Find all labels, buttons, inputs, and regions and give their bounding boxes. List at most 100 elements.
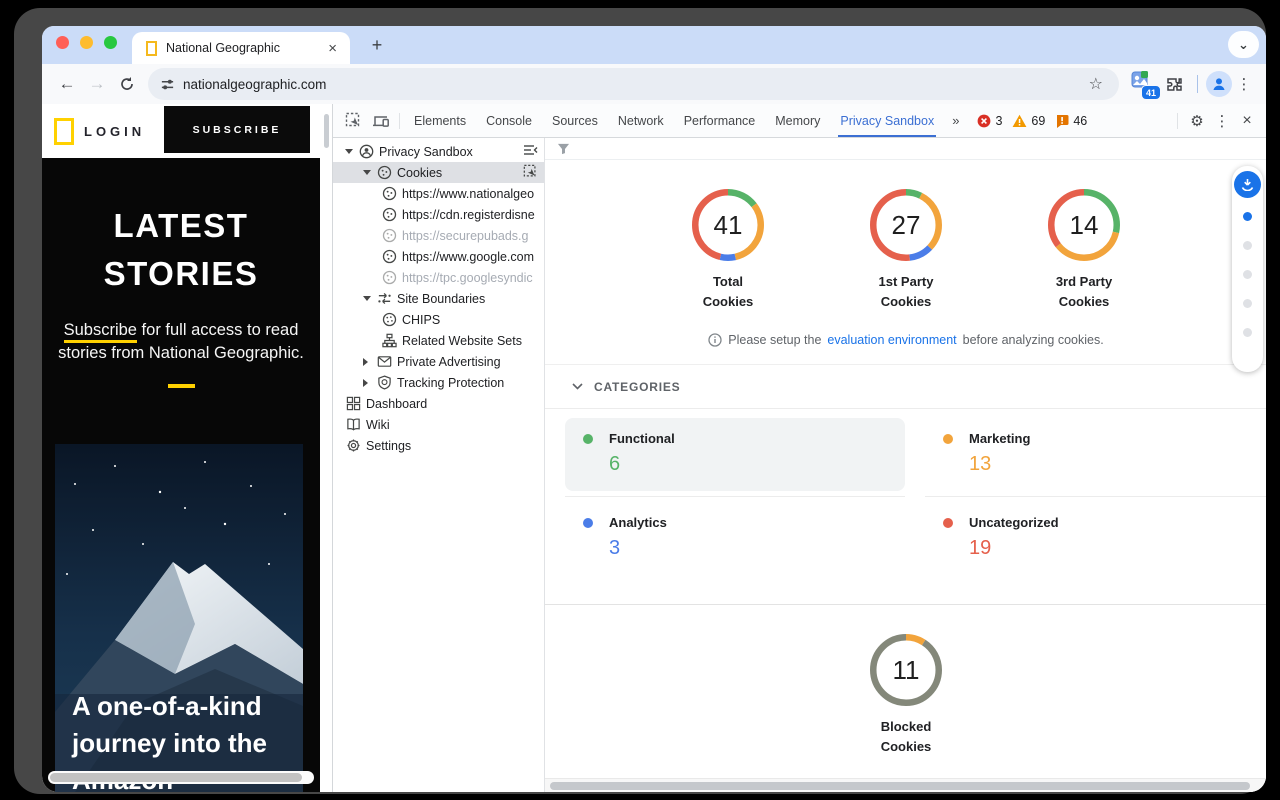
back-button[interactable]: ← [52, 69, 82, 99]
tree-item-cookie-origin[interactable]: https://cdn.registerdisne [333, 204, 544, 225]
login-link[interactable]: LOGIN [84, 124, 145, 139]
address-bar[interactable]: nationalgeographic.com ☆ [148, 68, 1119, 100]
tree-item-related-website-sets[interactable]: Related Website Sets [333, 330, 544, 351]
collapse-sidebar-icon[interactable] [522, 143, 538, 160]
tree-item-cookie-origin[interactable]: https://tpc.googlesyndic [333, 267, 544, 288]
subscribe-link[interactable]: Subscribe [64, 321, 137, 343]
tab-memory[interactable]: Memory [765, 104, 830, 137]
tree-item-settings[interactable]: Settings [333, 435, 544, 456]
tab-performance[interactable]: Performance [674, 104, 766, 137]
url-text[interactable]: nationalgeographic.com [183, 77, 1083, 92]
chevron-right-icon[interactable] [363, 358, 376, 366]
devtools-close-button[interactable]: × [1234, 112, 1260, 130]
tree-item-cookie-origin[interactable]: https://www.google.com [333, 246, 544, 267]
traffic-light-close[interactable] [56, 36, 69, 49]
scrollbar-thumb[interactable] [50, 773, 302, 782]
site-horizontal-scrollbar[interactable] [48, 771, 314, 784]
chevron-down-icon [572, 383, 583, 390]
chevron-down-icon[interactable] [363, 296, 376, 301]
subscribe-button[interactable]: SUBSCRIBE [164, 106, 310, 153]
traffic-light-maximize[interactable] [104, 36, 117, 49]
tree-item-cookies[interactable]: Cookies [333, 162, 544, 183]
tree-item-privacy-sandbox[interactable]: Privacy Sandbox [333, 141, 544, 162]
device-toolbar-button[interactable] [367, 108, 395, 134]
tree-item-cookie-origin[interactable]: https://www.nationalgeo [333, 183, 544, 204]
extensions-menu-button[interactable] [1159, 69, 1189, 99]
tree-item-cookie-origin[interactable]: https://securepubads.g [333, 225, 544, 246]
scrollbar-thumb[interactable] [550, 782, 1250, 790]
categories-section-header[interactable]: CATEGORIES [545, 365, 1266, 408]
more-tabs-button[interactable]: » [944, 113, 967, 128]
panel-horizontal-scrollbar[interactable] [545, 778, 1266, 792]
category-cell[interactable]: Analytics 3 [565, 497, 905, 580]
tree-item-wiki[interactable]: Wiki [333, 414, 544, 435]
tree-label: Wiki [366, 418, 390, 432]
tab-network[interactable]: Network [608, 104, 674, 137]
tabbar-divider [399, 113, 400, 129]
category-marketing[interactable]: Marketing 13 [925, 418, 1266, 491]
categories-grid: Functional 6 Marketing 13 [545, 408, 1266, 580]
browser-menu-button[interactable]: ⋮ [1232, 75, 1256, 93]
category-uncategorized[interactable]: Uncategorized 19 [925, 502, 1266, 575]
privacy-extension-button[interactable]: 41 [1129, 69, 1157, 99]
reload-button[interactable] [112, 69, 142, 99]
new-tab-button[interactable]: + [364, 32, 390, 58]
tab-sources[interactable]: Sources [542, 104, 608, 137]
website-viewport: LOGIN SUBSCRIBE LATEST STORIES Subscribe… [42, 104, 332, 792]
forward-button: → [82, 69, 112, 99]
nav-dot[interactable] [1243, 270, 1252, 279]
person-icon [1211, 76, 1227, 92]
donut-label-line1: 1st Party [842, 272, 970, 292]
tree-item-tracking-protection[interactable]: Tracking Protection [333, 372, 544, 393]
devtools-menu-button[interactable]: ⋮ [1210, 112, 1234, 130]
console-errors-badge[interactable]: 3 [977, 114, 1002, 128]
donut-label-line2: Cookies [664, 292, 792, 312]
tab-privacy-sandbox[interactable]: Privacy Sandbox [830, 104, 944, 137]
issues-badge[interactable]: 46 [1055, 114, 1087, 128]
card-title-line2: journey into the [72, 725, 267, 762]
tree-item-private-advertising[interactable]: Private Advertising [333, 351, 544, 372]
nav-dot[interactable] [1243, 241, 1252, 250]
chevron-right-icon[interactable] [363, 379, 376, 387]
privacy-sandbox-icon [358, 144, 374, 160]
tree-item-chips[interactable]: CHIPS [333, 309, 544, 330]
category-cell[interactable]: Uncategorized 19 [925, 497, 1266, 580]
inspect-cursor-icon[interactable] [523, 164, 538, 182]
category-functional[interactable]: Functional 6 [565, 418, 905, 491]
cookie-icon [381, 249, 397, 265]
console-warnings-badge[interactable]: 69 [1012, 114, 1045, 128]
chevron-down-icon[interactable] [363, 170, 376, 175]
tree-item-site-boundaries[interactable]: Site Boundaries [333, 288, 544, 309]
story-card[interactable]: A one-of-a-kind journey into the Amazon [55, 444, 303, 792]
tree-item-dashboard[interactable]: Dashboard [333, 393, 544, 414]
tab-search-chevron-button[interactable]: ⌄ [1228, 31, 1259, 58]
card-title-line1: A one-of-a-kind [72, 688, 267, 725]
site-vertical-scrollbar[interactable] [324, 114, 329, 148]
site-settings-icon[interactable] [160, 77, 175, 92]
filter-icon[interactable] [557, 143, 570, 155]
tab-console[interactable]: Console [476, 104, 542, 137]
profile-avatar[interactable] [1206, 71, 1232, 97]
tab-elements[interactable]: Elements [404, 104, 476, 137]
download-report-button[interactable] [1234, 171, 1261, 198]
cookie-icon [381, 207, 397, 223]
category-name: Marketing [969, 431, 1030, 446]
nav-dot[interactable] [1243, 299, 1252, 308]
natgeo-favicon-icon [146, 41, 157, 56]
traffic-light-minimize[interactable] [80, 36, 93, 49]
section-divider [545, 604, 1266, 605]
devtools-settings-button[interactable]: ⚙ [1184, 112, 1210, 130]
tab-close-icon[interactable]: × [325, 40, 340, 57]
category-analytics[interactable]: Analytics 3 [565, 502, 905, 575]
evaluation-environment-link[interactable]: evaluation environment [827, 333, 956, 347]
browser-tab[interactable]: National Geographic × [132, 32, 350, 64]
cookie-donuts-row: 41 Total Cookies 27 1st Party Cookies 14 [545, 189, 1266, 312]
category-cell[interactable]: Functional 6 [565, 413, 905, 497]
nav-dot-active[interactable] [1243, 212, 1252, 221]
category-cell[interactable]: Marketing 13 [925, 413, 1266, 497]
inspect-element-button[interactable] [339, 108, 367, 134]
bookmark-star-icon[interactable]: ☆ [1083, 74, 1109, 94]
natgeo-logo-icon[interactable] [54, 118, 74, 145]
chevron-down-icon[interactable] [345, 149, 358, 154]
nav-dot[interactable] [1243, 328, 1252, 337]
